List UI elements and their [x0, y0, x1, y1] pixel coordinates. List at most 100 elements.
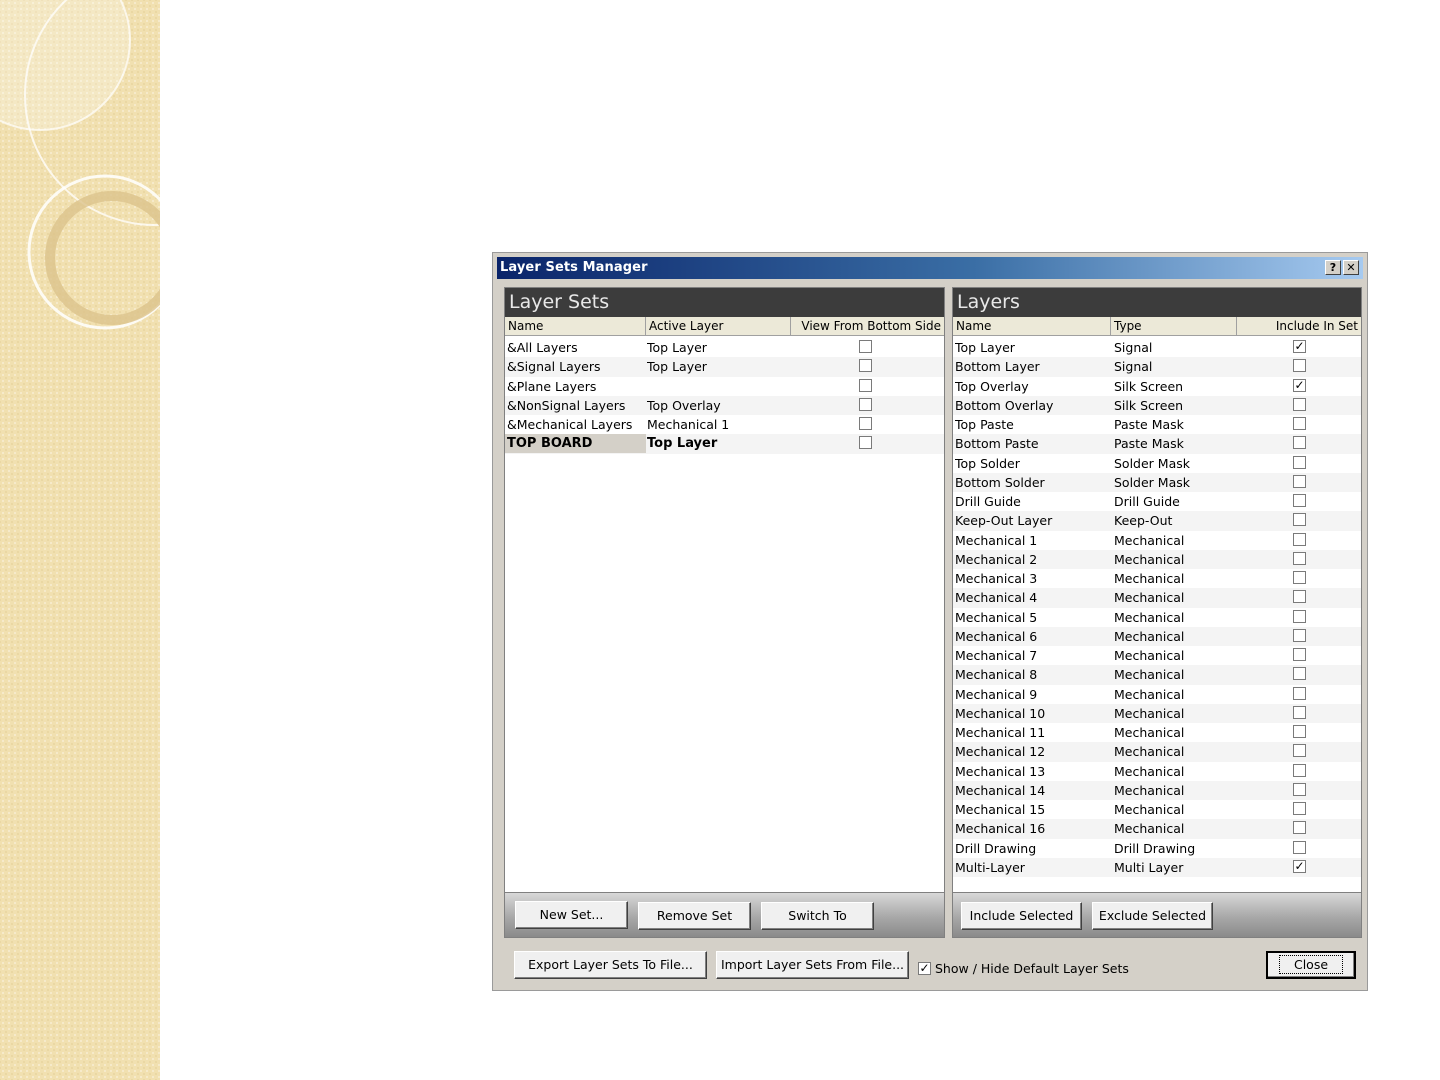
layer-set-active-layer: Top Overlay	[647, 397, 721, 413]
layer-row[interactable]: Bottom Solder Solder Mask	[953, 472, 1361, 492]
view-from-bottom-checkbox[interactable]	[859, 436, 872, 450]
layer-row[interactable]: Bottom Paste Paste Mask	[953, 434, 1361, 454]
layer-row[interactable]: Mechanical 3 Mechanical	[953, 569, 1361, 588]
layer-row[interactable]: Top Layer Signal ✓	[953, 338, 1361, 357]
include-in-set-checkbox[interactable]	[1293, 551, 1306, 565]
view-from-bottom-checkbox[interactable]	[859, 378, 872, 392]
layer-type: Mechanical	[1114, 782, 1185, 798]
layer-set-row[interactable]: &NonSignal Layers Top Overlay	[505, 395, 944, 415]
layer-row[interactable]: Bottom Layer Signal	[953, 357, 1361, 377]
include-in-set-checkbox[interactable]	[1293, 436, 1306, 450]
view-from-bottom-checkbox[interactable]	[859, 359, 872, 373]
layer-row[interactable]: Multi-Layer Multi Layer ✓	[953, 857, 1361, 877]
remove-set-button[interactable]: Remove Set	[638, 902, 751, 930]
layer-name: Mechanical 12	[955, 744, 1046, 760]
layer-row[interactable]: Mechanical 8 Mechanical	[953, 665, 1361, 685]
include-in-set-checkbox[interactable]: ✓	[1293, 378, 1306, 392]
include-in-set-checkbox[interactable]	[1293, 397, 1306, 411]
layer-row[interactable]: Mechanical 10 Mechanical	[953, 703, 1361, 723]
layer-name: Mechanical 14	[955, 782, 1046, 798]
close-button[interactable]: Close	[1266, 951, 1356, 979]
layer-name: Bottom Solder	[955, 474, 1045, 490]
include-in-set-checkbox[interactable]	[1293, 359, 1306, 373]
include-in-set-checkbox[interactable]: ✓	[1293, 859, 1306, 873]
layer-set-row[interactable]: &All Layers Top Layer	[505, 338, 944, 357]
layer-row[interactable]: Mechanical 9 Mechanical	[953, 685, 1361, 704]
layer-row[interactable]: Mechanical 16 Mechanical	[953, 819, 1361, 839]
include-in-set-checkbox[interactable]	[1293, 590, 1306, 604]
export-layer-sets-button[interactable]: Export Layer Sets To File...	[514, 951, 707, 979]
exclude-selected-button[interactable]: Exclude Selected	[1092, 902, 1213, 930]
layer-row[interactable]: Keep-Out Layer Keep-Out	[953, 511, 1361, 531]
column-header-type[interactable]: Type	[1111, 317, 1237, 336]
layer-row[interactable]: Mechanical 11 Mechanical	[953, 723, 1361, 742]
include-in-set-checkbox[interactable]	[1293, 802, 1306, 815]
import-layer-sets-button[interactable]: Import Layer Sets From File...	[716, 951, 909, 979]
include-in-set-checkbox[interactable]	[1293, 840, 1306, 854]
include-in-set-checkbox[interactable]	[1293, 609, 1306, 623]
include-in-set-checkbox[interactable]	[1293, 648, 1306, 661]
new-set-button[interactable]: New Set...	[515, 901, 628, 929]
layer-row[interactable]: Drill Guide Drill Guide	[953, 492, 1361, 511]
layer-row[interactable]: Mechanical 12 Mechanical	[953, 742, 1361, 762]
layer-row[interactable]: Mechanical 6 Mechanical	[953, 626, 1361, 646]
show-hide-default-sets-checkbox[interactable]: ✓	[918, 962, 931, 975]
column-header-view-from-bottom[interactable]: View From Bottom Side	[791, 317, 944, 336]
include-in-set-checkbox[interactable]	[1293, 417, 1306, 430]
help-button[interactable]: ?	[1325, 260, 1341, 275]
layer-row[interactable]: Top Paste Paste Mask	[953, 415, 1361, 434]
layer-row[interactable]: Bottom Overlay Silk Screen	[953, 395, 1361, 415]
layer-row[interactable]: Mechanical 5 Mechanical	[953, 608, 1361, 627]
include-selected-button[interactable]: Include Selected	[961, 902, 1082, 930]
layer-set-row[interactable]: &Signal Layers Top Layer	[505, 357, 944, 377]
layer-name: Mechanical 8	[955, 667, 1038, 683]
include-in-set-checkbox[interactable]	[1293, 455, 1306, 469]
view-from-bottom-checkbox[interactable]	[859, 340, 872, 353]
layer-type: Mechanical	[1114, 667, 1185, 683]
column-header-active-layer[interactable]: Active Layer	[646, 317, 791, 336]
layer-name: Bottom Layer	[955, 359, 1040, 375]
close-window-button[interactable]: ✕	[1343, 260, 1359, 275]
include-in-set-checkbox[interactable]	[1293, 744, 1306, 758]
column-header-name[interactable]: Name	[505, 317, 646, 336]
layer-row[interactable]: Mechanical 13 Mechanical	[953, 762, 1361, 781]
include-in-set-checkbox[interactable]	[1293, 705, 1306, 719]
layer-row[interactable]: Top Overlay Silk Screen ✓	[953, 377, 1361, 396]
include-in-set-checkbox[interactable]	[1293, 494, 1306, 507]
layer-name: Top Solder	[955, 455, 1020, 471]
layer-type: Solder Mask	[1114, 474, 1190, 490]
view-from-bottom-checkbox[interactable]	[859, 417, 872, 430]
include-in-set-checkbox[interactable]	[1293, 686, 1306, 700]
layer-row[interactable]: Mechanical 2 Mechanical	[953, 549, 1361, 569]
layer-set-row[interactable]: TOP BOARD Top Layer	[505, 434, 944, 454]
layer-row[interactable]: Mechanical 1 Mechanical	[953, 531, 1361, 550]
include-in-set-checkbox[interactable]: ✓	[1293, 340, 1306, 353]
layer-row[interactable]: Top Solder Solder Mask	[953, 454, 1361, 473]
layer-row[interactable]: Drill Drawing Drill Drawing	[953, 839, 1361, 858]
include-in-set-checkbox[interactable]	[1293, 725, 1306, 738]
switch-to-button[interactable]: Switch To	[761, 902, 874, 930]
show-hide-default-sets-label[interactable]: Show / Hide Default Layer Sets	[935, 961, 1129, 977]
layer-set-row[interactable]: &Mechanical Layers Mechanical 1	[505, 415, 944, 434]
column-header-layer-name[interactable]: Name	[953, 317, 1111, 336]
layer-type: Mechanical	[1114, 763, 1185, 779]
include-in-set-checkbox[interactable]	[1293, 474, 1306, 488]
layer-row[interactable]: Mechanical 15 Mechanical	[953, 800, 1361, 819]
decorative-side-band	[0, 0, 160, 1080]
include-in-set-checkbox[interactable]	[1293, 763, 1306, 777]
include-in-set-checkbox[interactable]	[1293, 532, 1306, 546]
title-bar[interactable]: Layer Sets Manager ? ✕	[497, 257, 1363, 279]
include-in-set-checkbox[interactable]	[1293, 821, 1306, 835]
column-header-include-in-set[interactable]: Include In Set	[1237, 317, 1361, 336]
include-in-set-checkbox[interactable]	[1293, 782, 1306, 796]
layer-set-active-layer	[647, 377, 787, 396]
include-in-set-checkbox[interactable]	[1293, 628, 1306, 642]
include-in-set-checkbox[interactable]	[1293, 571, 1306, 584]
include-in-set-checkbox[interactable]	[1293, 667, 1306, 681]
layer-set-row[interactable]: &Plane Layers	[505, 377, 944, 396]
layer-row[interactable]: Mechanical 7 Mechanical	[953, 646, 1361, 665]
view-from-bottom-checkbox[interactable]	[859, 397, 872, 411]
include-in-set-checkbox[interactable]	[1293, 513, 1306, 527]
layer-row[interactable]: Mechanical 4 Mechanical	[953, 588, 1361, 608]
layer-row[interactable]: Mechanical 14 Mechanical	[953, 780, 1361, 800]
